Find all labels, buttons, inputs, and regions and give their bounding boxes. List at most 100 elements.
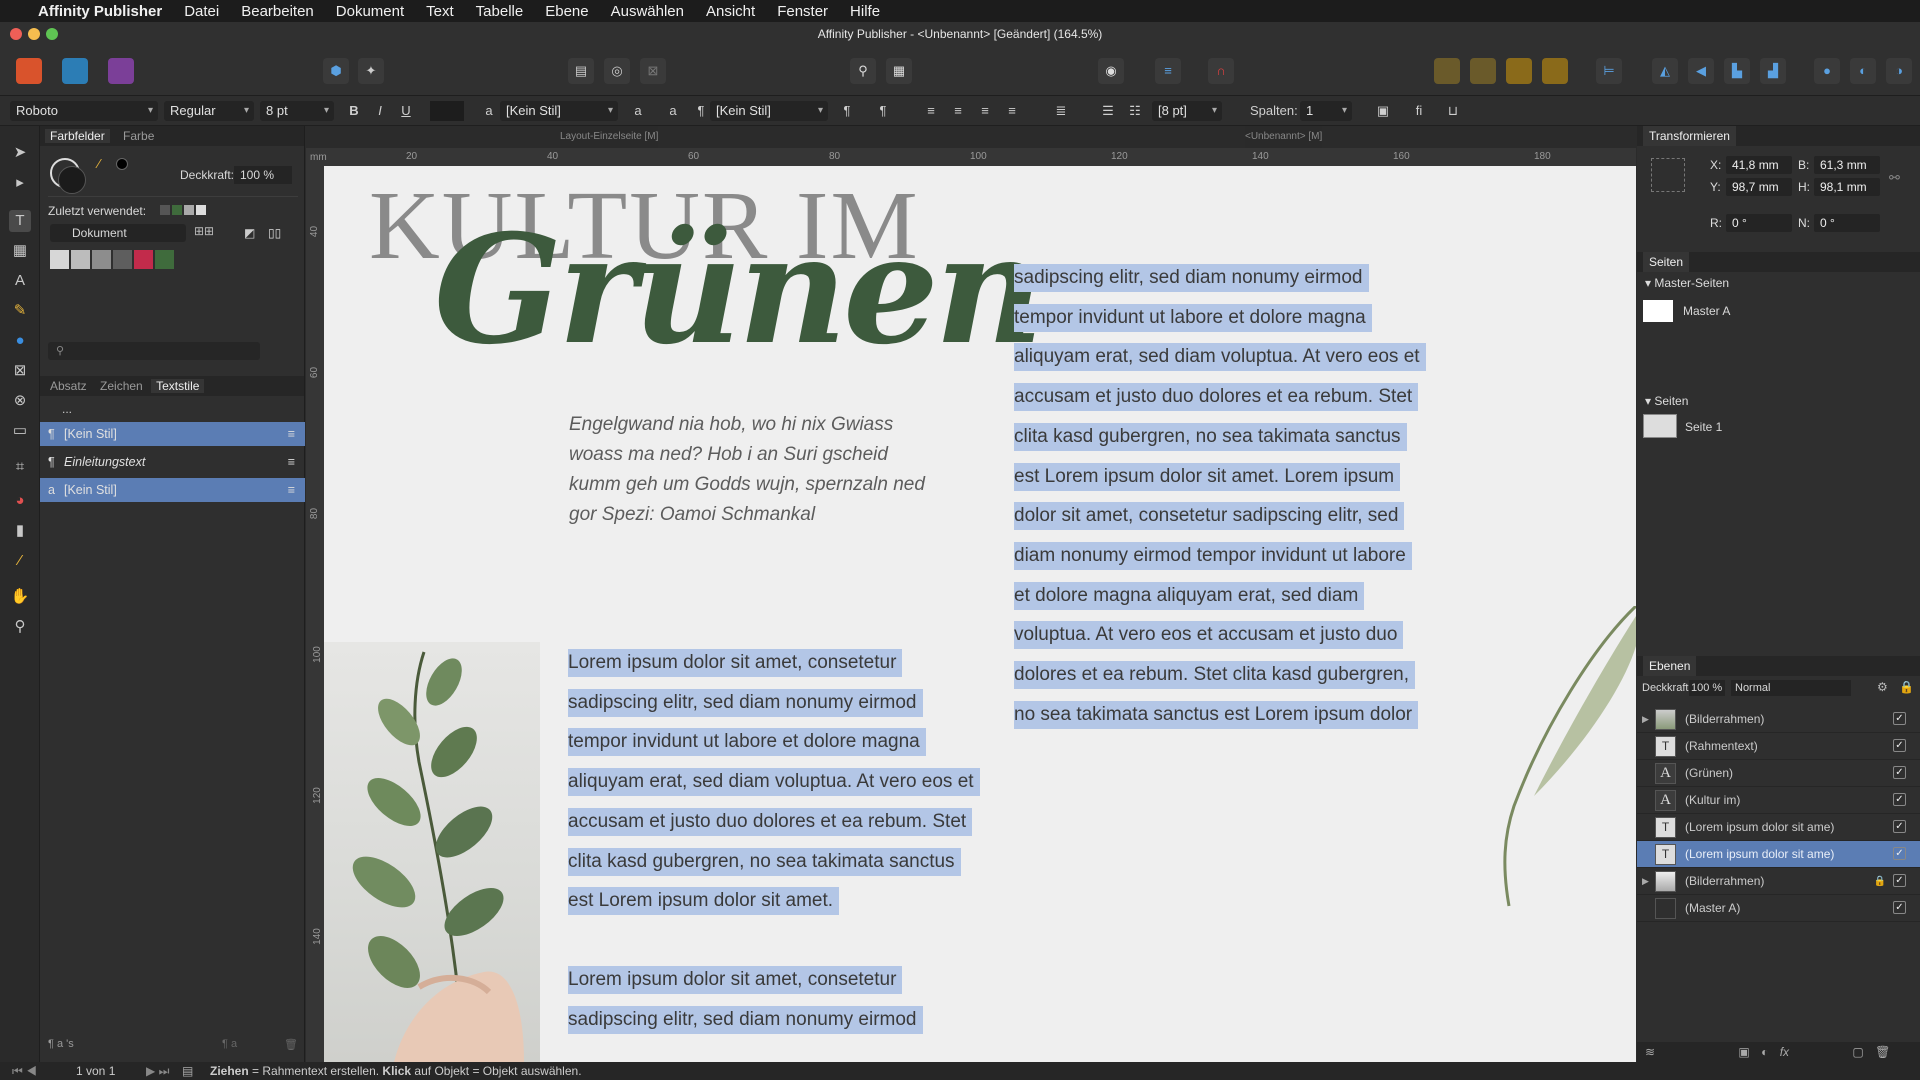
arrange-back-icon[interactable] [1434, 58, 1460, 84]
align-left-icon[interactable]: ≡ [920, 101, 942, 121]
anchor-point-grid[interactable] [1651, 158, 1685, 192]
menu-datei[interactable]: Datei [184, 3, 219, 20]
intro-text[interactable]: Engelgwand nia hob, wo hi nix Gwiass woa… [569, 410, 929, 530]
text-frame-icon[interactable]: ▣ [1372, 101, 1394, 121]
font-size-select[interactable]: 8 pt [260, 101, 334, 121]
recent-swatch[interactable] [196, 205, 206, 215]
layer-settings-icon[interactable]: ⚙ [1877, 680, 1888, 694]
zoom-window-button[interactable] [46, 28, 58, 40]
char-style-select[interactable]: [Kein Stil] [500, 101, 618, 121]
clip-icon[interactable]: ⊠ [640, 58, 666, 84]
ligature-icon[interactable]: ﬁ [1408, 101, 1430, 121]
prev-page-icon[interactable]: ⏮ ◀ [12, 1062, 37, 1080]
bold-button[interactable]: B [343, 101, 365, 121]
page-1-thumbnail[interactable] [1643, 414, 1677, 438]
mask-icon[interactable]: ▣ [1738, 1045, 1749, 1059]
x-field[interactable]: 41,8 mm [1726, 156, 1792, 174]
italic-button[interactable]: I [369, 101, 391, 121]
width-field[interactable]: 61,3 mm [1814, 156, 1880, 174]
text-frame-left-continued[interactable]: Lorem ipsum dolor sit amet, consetetur sa… [568, 960, 998, 1039]
layer-visibility-checkbox[interactable]: ✓ [1893, 793, 1906, 806]
transparency-tool-icon[interactable]: ▮ [9, 520, 31, 542]
para-style-apply-icon[interactable]: ¶ [872, 101, 894, 121]
wrap-icon[interactable]: ▦ [886, 58, 912, 84]
menu-text[interactable]: Text [426, 3, 454, 20]
align-center-icon[interactable]: ≡ [947, 101, 969, 121]
pen-tool-icon[interactable]: ✎ [9, 300, 31, 322]
script-headline[interactable]: Grünen [434, 202, 1044, 378]
place-image-tool-icon[interactable]: ▭ [9, 420, 31, 442]
color-swatch[interactable] [71, 250, 90, 269]
pages-section[interactable]: ▾ Seiten [1645, 394, 1688, 408]
eyedropper-icon[interactable]: ⁄ [98, 156, 100, 171]
fill-tool-icon[interactable]: ◕ [9, 490, 31, 512]
arrange-forward-icon[interactable] [1506, 58, 1532, 84]
delete-style-icon[interactable]: 🗑 [284, 1038, 298, 1051]
tab-farbe[interactable]: Farbe [123, 129, 154, 143]
layer-visibility-checkbox[interactable]: ✓ [1893, 820, 1906, 833]
arrange-front-icon[interactable] [1542, 58, 1568, 84]
link-proportions-icon[interactable]: ⚯ [1889, 170, 1900, 186]
menu-fenster[interactable]: Fenster [777, 3, 828, 20]
text-flow-icon[interactable]: ⊔ [1442, 101, 1464, 121]
close-window-button[interactable] [10, 28, 22, 40]
layer-visibility-checkbox[interactable]: ✓ [1893, 847, 1906, 860]
layer-visibility-checkbox[interactable]: ✓ [1893, 766, 1906, 779]
vertical-align-icon[interactable]: ≣ [1050, 101, 1072, 121]
para-style-select[interactable]: [Kein Stil] [710, 101, 828, 121]
layer-visibility-checkbox[interactable]: ✓ [1893, 874, 1906, 887]
style-menu-icon[interactable]: ≡ [288, 450, 295, 474]
menu-auswaehlen[interactable]: Auswählen [611, 3, 684, 20]
layer-row[interactable]: T (Rahmentext) ✓ [1637, 733, 1920, 760]
node-tool-icon[interactable]: ▸ [9, 172, 31, 194]
publisher-persona-icon[interactable] [16, 58, 42, 84]
layer-row[interactable]: ▶ (Bilderrahmen) 🔒 ✓ [1637, 868, 1920, 895]
assets-icon[interactable]: ⬢ [323, 58, 349, 84]
document-page[interactable]: KULTUR IM Grünen Engelgwand nia hob, wo … [324, 166, 1636, 1062]
doc-tab-layout[interactable]: Layout-Einzelseite [M] [560, 126, 659, 148]
columns-stepper[interactable]: 1 [1300, 101, 1352, 121]
layer-row[interactable]: ▶ (Bilderrahmen) ✓ [1637, 706, 1920, 733]
styles-group-header[interactable]: ... [40, 398, 305, 420]
doc-tab-document[interactable]: <Unbenannt> [M] [1245, 126, 1323, 148]
picture-frame-tool-icon[interactable]: ⊠ [9, 360, 31, 382]
text-style-row[interactable]: a [Kein Stil] ≡ [40, 478, 305, 502]
swap-swatch-icon[interactable]: ▯▯ [268, 226, 281, 240]
text-style-row[interactable]: ¶ [Kein Stil] ≡ [40, 422, 305, 446]
rotate-left-icon[interactable]: ▙ [1724, 58, 1750, 84]
master-a-thumbnail[interactable] [1643, 300, 1673, 322]
font-weight-select[interactable]: Regular [164, 101, 254, 121]
opacity-field[interactable]: 100 % [234, 166, 292, 184]
tab-textstile[interactable]: Textstile [151, 379, 205, 393]
color-swatch[interactable] [113, 250, 132, 269]
page-1-label[interactable]: Seite 1 [1685, 420, 1722, 434]
tab-zeichen[interactable]: Zeichen [100, 379, 143, 393]
menu-hilfe[interactable]: Hilfe [850, 3, 880, 20]
style-menu-icon[interactable]: ≡ [288, 478, 295, 502]
text-frame-right[interactable]: sadipscing elitr, sed diam nonumy eirmod… [1014, 258, 1484, 734]
tab-farbfelder[interactable]: Farbfelder [45, 129, 110, 143]
shear-field[interactable]: 0 ° [1814, 214, 1880, 232]
style-menu-icon[interactable]: ≡ [288, 422, 295, 446]
recent-swatch[interactable] [172, 205, 182, 215]
boolean-add-icon[interactable]: ● [1814, 58, 1840, 84]
recent-swatch[interactable] [184, 205, 194, 215]
search-input[interactable]: ⚲ [48, 342, 260, 360]
recent-swatch[interactable] [160, 205, 170, 215]
lock-icon[interactable]: 🔒 [1899, 680, 1914, 694]
master-a-label[interactable]: Master A [1683, 304, 1730, 318]
text-style-row[interactable]: ¶ Einleitungstext ≡ [40, 450, 305, 474]
frame-text-tool-icon[interactable]: T [9, 210, 31, 232]
add-layer-icon[interactable]: ▢ [1852, 1045, 1863, 1059]
text-color-swatch[interactable] [430, 101, 464, 121]
page-icon[interactable]: ▤ [568, 58, 594, 84]
layer-lock-icon[interactable]: 🔒 [1874, 868, 1886, 895]
expand-layer-icon[interactable]: ▶ [1642, 868, 1649, 895]
color-picker-tool-icon[interactable]: ⁄ [9, 550, 31, 572]
underline-button[interactable]: U [395, 101, 417, 121]
snapping-icon[interactable]: ∩ [1208, 58, 1234, 84]
fx-icon[interactable]: fx [1780, 1045, 1789, 1059]
char-style-apply-icon[interactable]: a [662, 101, 684, 121]
tab-absatz[interactable]: Absatz [50, 379, 87, 393]
minimize-window-button[interactable] [28, 28, 40, 40]
